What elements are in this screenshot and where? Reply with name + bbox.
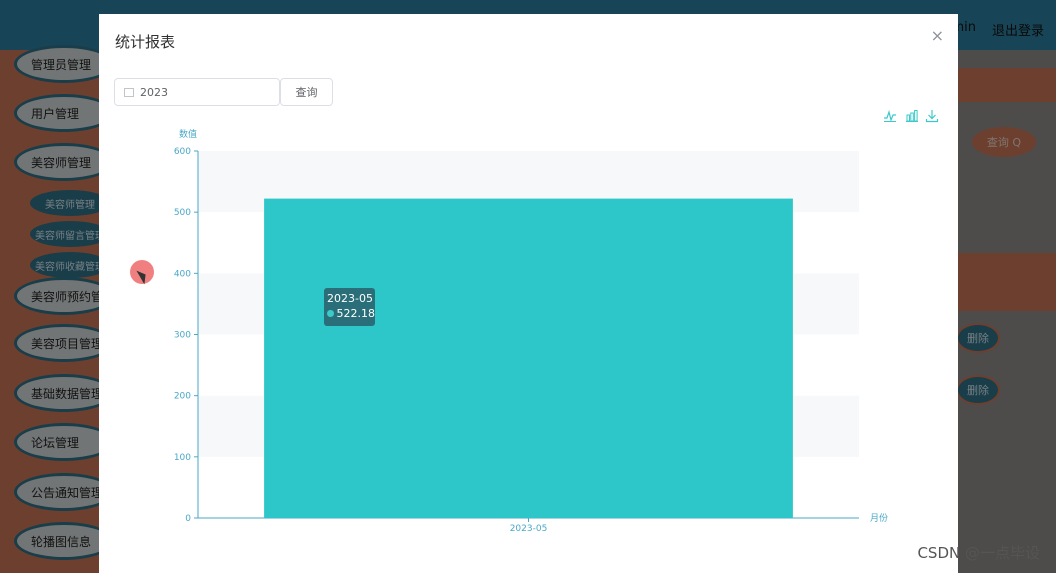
y-tick-label: 0: [185, 514, 191, 524]
download-icon[interactable]: [925, 109, 939, 123]
y-tick-label: 300: [174, 331, 191, 341]
dialog-title: 统计报表: [115, 33, 176, 51]
y-tick-label: 200: [174, 392, 191, 402]
y-axis-title: 数值: [179, 128, 197, 140]
y-tick-label: 600: [174, 147, 191, 157]
watermark: CSDN @一点毕设: [917, 544, 1040, 562]
close-icon[interactable]: ×: [931, 26, 944, 45]
chart-tooltip: 2023-05 522.18: [324, 288, 375, 326]
x-tick-label: 2023-05: [510, 524, 548, 534]
bar-chart: 0 100 200 300 400 500 600 数值月份 2023-05: [174, 128, 888, 534]
series-dot-icon: [327, 310, 334, 317]
year-picker[interactable]: 2023: [114, 78, 280, 106]
y-tick-label: 400: [174, 269, 191, 279]
y-tick-label: 500: [174, 208, 191, 218]
x-axis-title: 月份: [870, 512, 888, 524]
tooltip-category: 2023-05: [327, 292, 373, 305]
statistics-dialog: 统计报表 × 2023 查询 0 100 200 300 400 500 600 数值月份 20…: [99, 14, 958, 573]
year-picker-value: 2023: [140, 85, 168, 99]
query-button[interactable]: 查询: [280, 78, 333, 106]
y-tick-label: 100: [174, 453, 191, 463]
calendar-icon: [124, 87, 134, 97]
bar: [264, 198, 793, 518]
bar-chart-icon[interactable]: [905, 109, 919, 123]
tooltip-value: 522.18: [336, 307, 376, 320]
